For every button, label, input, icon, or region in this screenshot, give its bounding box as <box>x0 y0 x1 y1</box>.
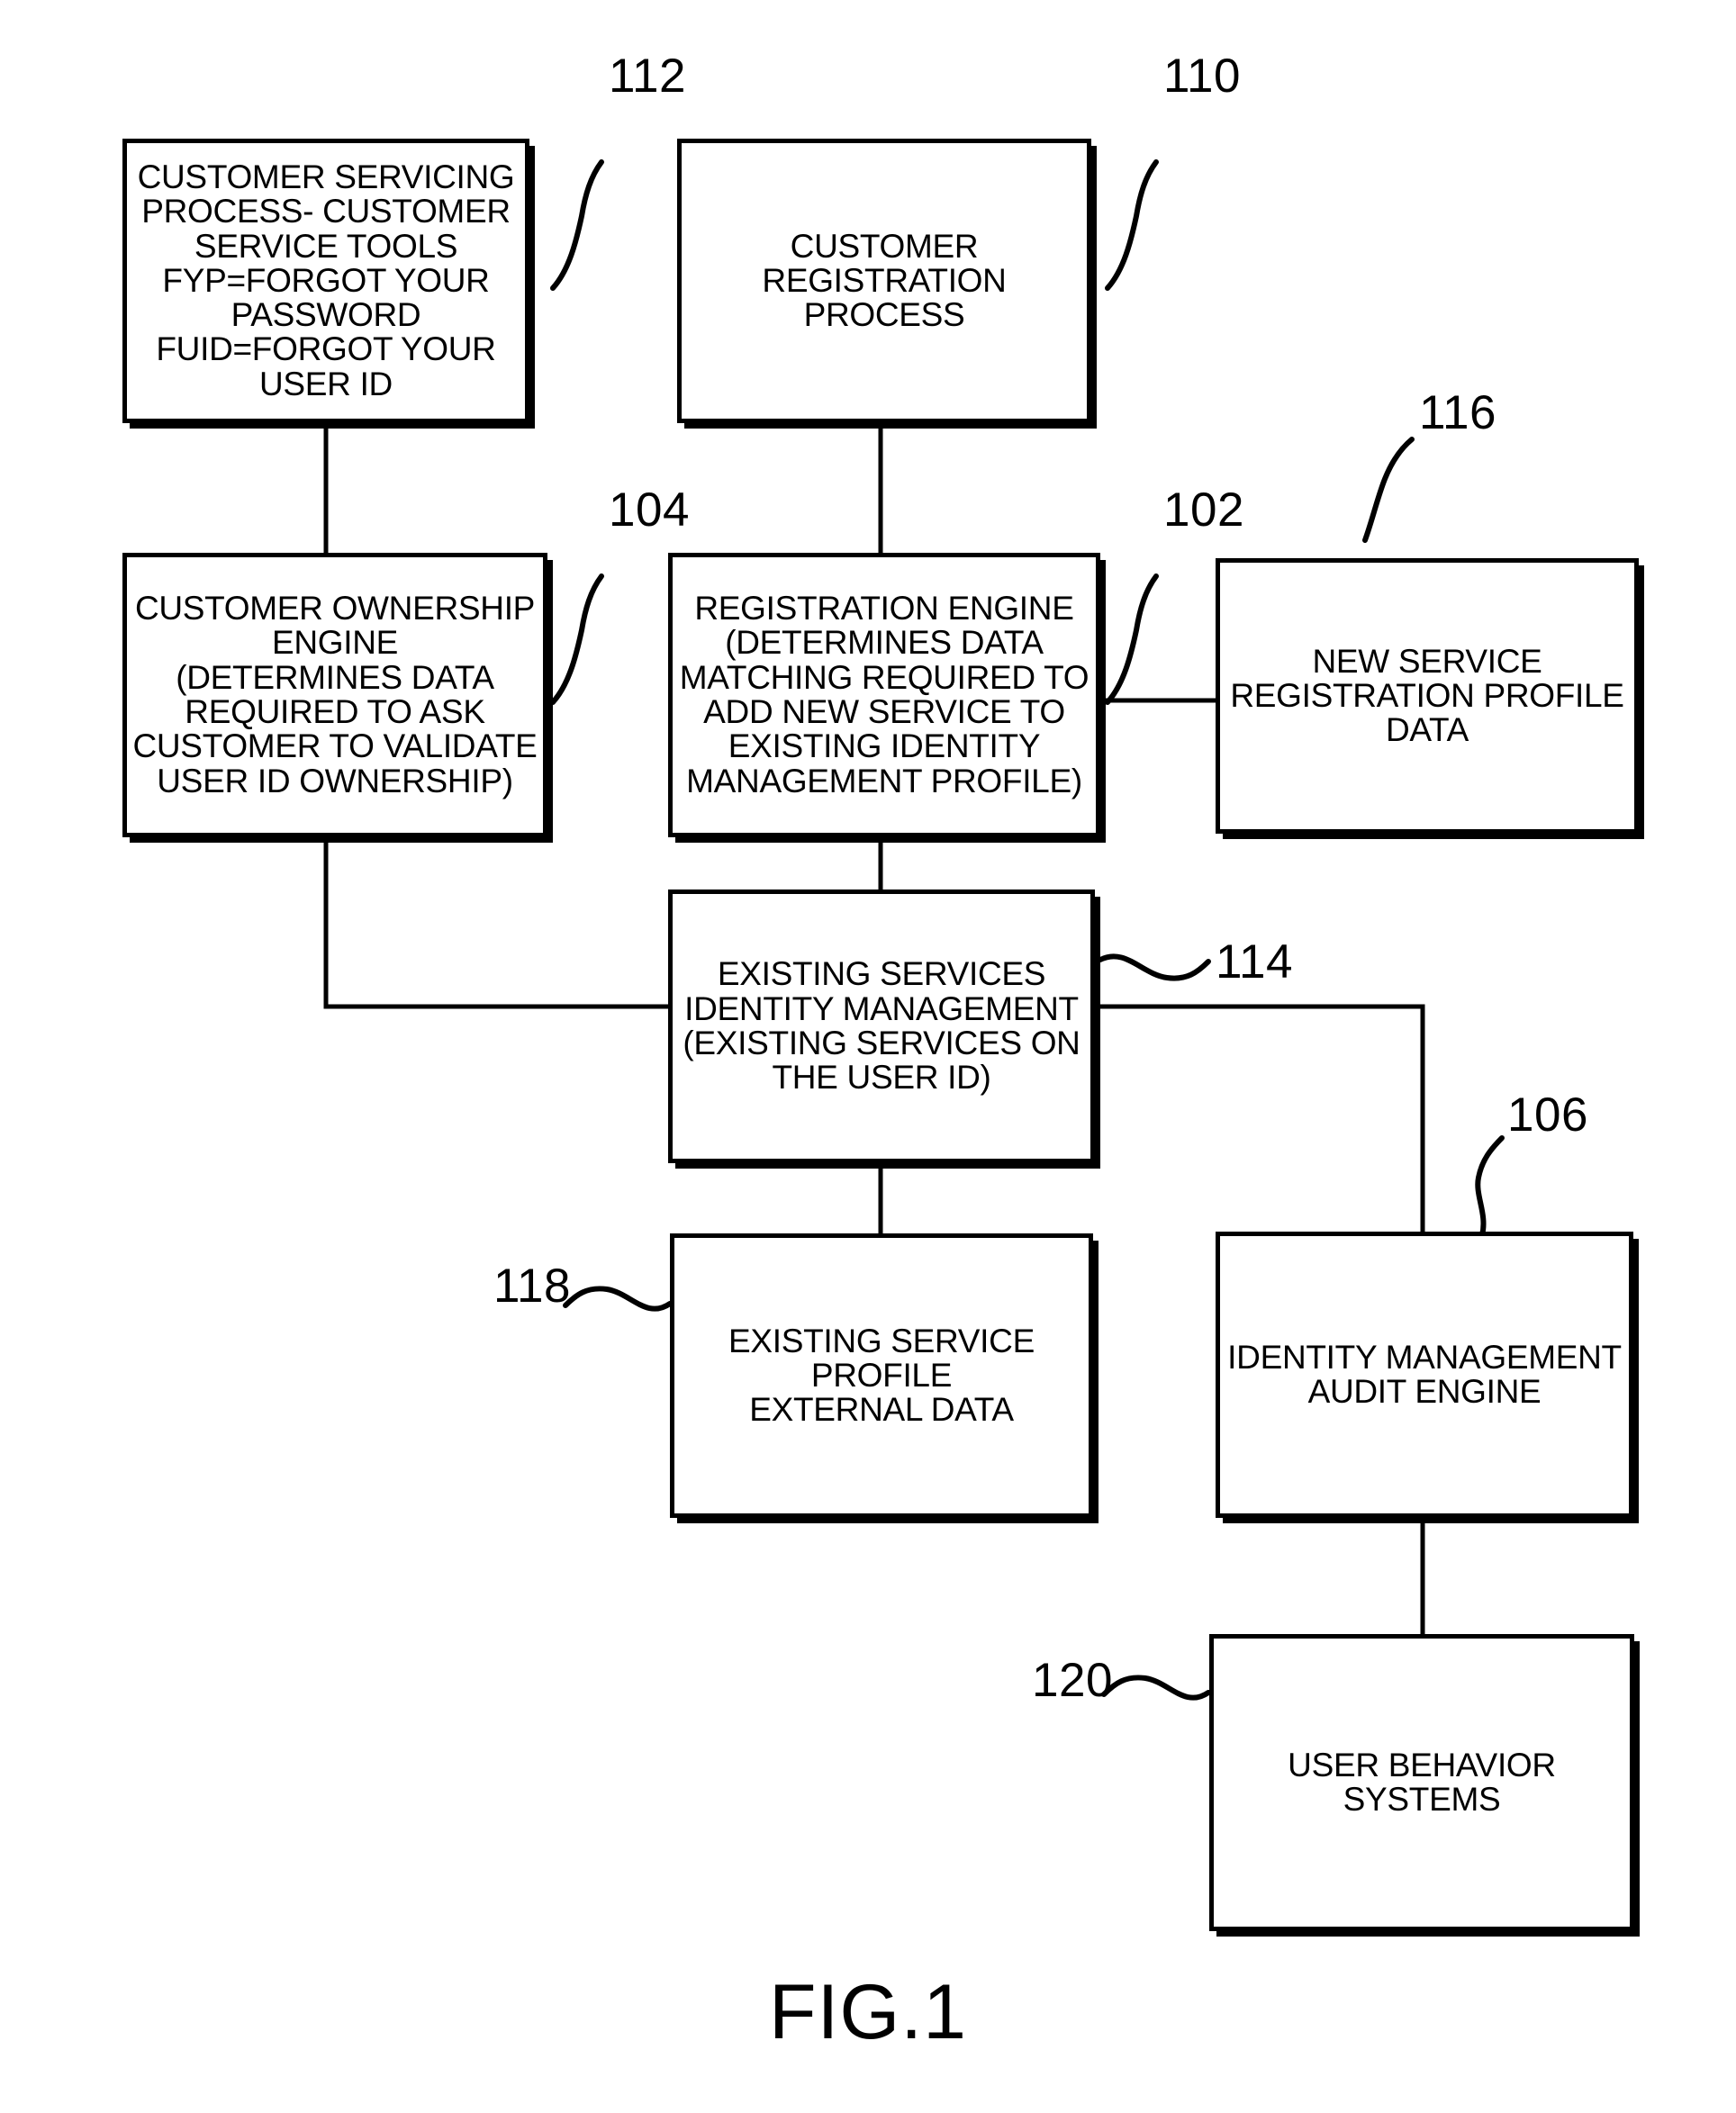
leader-line-118 <box>563 1286 673 1312</box>
connector-114-to-106 <box>1095 1004 1425 1232</box>
leader-line-106 <box>1475 1135 1505 1238</box>
node-label-registration-engine: REGISTRATION ENGINE (DETERMINES DATA MAT… <box>679 590 1090 799</box>
patent-figure: CUSTOMER SERVICING PROCESS- CUSTOMER SER… <box>0 0 1736 2113</box>
node-box-registration-engine[interactable]: REGISTRATION ENGINE (DETERMINES DATA MAT… <box>668 553 1100 837</box>
leader-line-102 <box>1105 573 1159 705</box>
node-box-identity-management-audit-engine[interactable]: IDENTITY MANAGEMENT AUDIT ENGINE <box>1216 1232 1633 1518</box>
ref-label-114: 114 <box>1216 935 1293 989</box>
ref-label-110: 110 <box>1163 50 1241 103</box>
node-box-customer-registration-process[interactable]: CUSTOMER REGISTRATION PROCESS <box>677 139 1091 423</box>
leader-line-112 <box>550 159 604 291</box>
node-label-new-service-registration-profile-data: NEW SERVICE REGISTRATION PROFILE DATA <box>1230 642 1624 749</box>
ref-label-112: 112 <box>609 50 686 103</box>
ref-label-106: 106 <box>1507 1088 1588 1142</box>
node-box-existing-service-profile-external-data[interactable]: EXISTING SERVICE PROFILE EXTERNAL DATA <box>670 1233 1093 1518</box>
node-label-customer-servicing-process: CUSTOMER SERVICING PROCESS- CUSTOMER SER… <box>137 158 515 402</box>
node-label-identity-management-audit-engine: IDENTITY MANAGEMENT AUDIT ENGINE <box>1227 1338 1622 1410</box>
leader-line-110 <box>1105 159 1159 291</box>
node-label-user-behavior-systems: USER BEHAVIOR SYSTEMS <box>1288 1746 1556 1818</box>
node-box-customer-ownership-engine[interactable]: CUSTOMER OWNERSHIP ENGINE (DETERMINES DA… <box>122 553 547 837</box>
ref-label-118: 118 <box>493 1260 571 1313</box>
leader-line-104 <box>550 573 604 705</box>
ref-label-116: 116 <box>1419 386 1496 439</box>
node-label-existing-service-profile-external-data: EXISTING SERVICE PROFILE EXTERNAL DATA <box>728 1322 1035 1429</box>
node-box-existing-services-identity-management[interactable]: EXISTING SERVICES IDENTITY MANAGEMENT (E… <box>668 889 1095 1163</box>
node-box-customer-servicing-process[interactable]: CUSTOMER SERVICING PROCESS- CUSTOMER SER… <box>122 139 529 423</box>
ref-label-120: 120 <box>1032 1654 1113 1707</box>
ref-label-104: 104 <box>609 483 690 537</box>
node-label-existing-services-identity-management: EXISTING SERVICES IDENTITY MANAGEMENT (E… <box>683 955 1080 1097</box>
figure-caption: FIG.1 <box>768 1969 968 2055</box>
node-label-customer-registration-process: CUSTOMER REGISTRATION PROCESS <box>762 227 1007 334</box>
connector-104-to-114 <box>323 835 668 1009</box>
ref-label-102: 102 <box>1163 483 1244 537</box>
node-box-user-behavior-systems[interactable]: USER BEHAVIOR SYSTEMS <box>1209 1634 1634 1931</box>
leader-line-114 <box>1098 953 1211 981</box>
node-label-customer-ownership-engine: CUSTOMER OWNERSHIP ENGINE (DETERMINES DA… <box>132 590 538 799</box>
node-box-new-service-registration-profile-data[interactable]: NEW SERVICE REGISTRATION PROFILE DATA <box>1216 558 1639 834</box>
leader-line-116 <box>1362 437 1415 543</box>
leader-line-120 <box>1101 1675 1211 1701</box>
